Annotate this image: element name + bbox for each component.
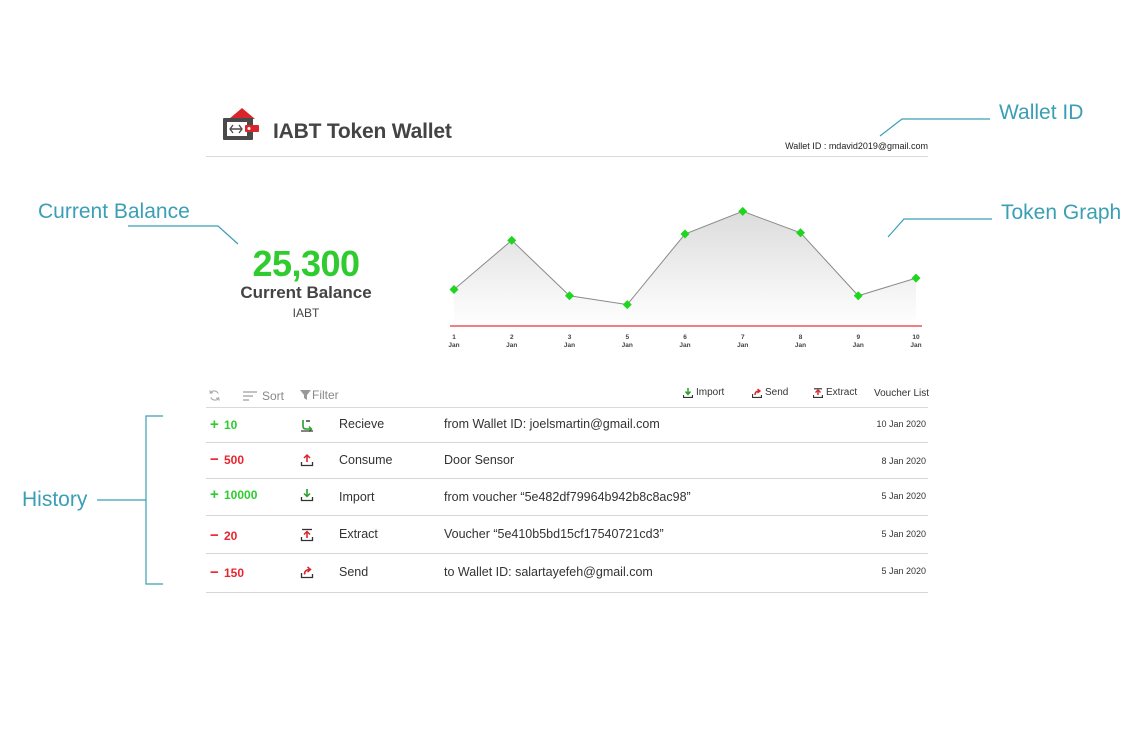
chart-tick-label: 7 [741, 334, 745, 341]
history-description: from Wallet ID: joelsmartin@gmail.com [444, 417, 660, 431]
annotation-lines [97, 118, 992, 585]
filter-label: Filter [312, 388, 339, 402]
import-button[interactable]: Import [683, 387, 724, 398]
chart-area-fill [454, 211, 916, 326]
wallet-id-text: Wallet ID : mdavid2019@gmail.com [785, 141, 928, 151]
history-type: Extract [339, 527, 378, 541]
annotation-current-balance: Current Balance [38, 200, 190, 223]
filter-icon [300, 390, 311, 400]
import-icon [683, 387, 693, 398]
history-amount: +10000 [210, 486, 257, 503]
history-amount: −150 [210, 564, 244, 581]
history-description: from voucher “5e482df79964b942b8c8ac98” [444, 490, 691, 504]
send-button[interactable]: Send [752, 387, 788, 398]
history-description: to Wallet ID: salartayefeh@gmail.com [444, 565, 653, 579]
chart-tick-label: 2 [510, 334, 514, 341]
annotation-token-graph: Token Graph [1001, 201, 1122, 224]
chart-tick-label: 5 [625, 334, 629, 341]
amount-value: 10 [224, 418, 238, 432]
history-date: 5 Jan 2020 [881, 529, 926, 539]
amount-sign: − [210, 451, 219, 468]
history-date: 5 Jan 2020 [881, 566, 926, 576]
history-amount: −500 [210, 451, 244, 468]
token-graph: 1Jan2Jan3Jan5Jan6Jan7Jan8Jan9Jan10Jan [448, 206, 922, 349]
amount-value: 10000 [224, 488, 258, 502]
chart-tick-label: 8 [799, 334, 803, 341]
sort-icon [243, 391, 257, 401]
filter-button[interactable]: Filter [300, 388, 339, 402]
history-row[interactable]: −20 Extract Voucher “5e410b5bd15cf175407… [206, 516, 928, 554]
chart-tick-label: 3 [568, 334, 572, 341]
voucher-list-label: Voucher List [874, 388, 930, 399]
amount-sign: − [210, 564, 219, 581]
amount-sign: − [210, 527, 219, 544]
history-type: Send [339, 565, 369, 579]
chart-tick-month: Jan [910, 342, 921, 349]
balance-value: 25,300 [252, 243, 360, 284]
import-icon [300, 489, 314, 502]
history-description: Door Sensor [444, 453, 515, 467]
history-row[interactable]: −500 Consume Door Sensor 8 Jan 2020 [206, 443, 928, 479]
sort-label: Sort [262, 389, 285, 403]
annotation-history: History [22, 488, 88, 511]
chart-tick-label: 9 [856, 334, 860, 341]
send-label: Send [765, 387, 789, 398]
refresh-button[interactable] [208, 389, 221, 402]
import-label: Import [696, 387, 725, 398]
chart-tick-month: Jan [448, 342, 459, 349]
chart-tick-month: Jan [795, 342, 806, 349]
sort-button[interactable]: Sort [243, 389, 284, 403]
chart-tick-label: 10 [912, 334, 920, 341]
history-date: 8 Jan 2020 [881, 456, 926, 466]
history-row[interactable]: +10000 Import from voucher “5e482df79964… [206, 479, 928, 516]
send-icon [300, 566, 314, 579]
chart-tick-month: Jan [853, 342, 864, 349]
balance-unit: IABT [292, 306, 320, 320]
history-amount: −20 [210, 527, 237, 544]
history-date: 10 Jan 2020 [876, 419, 926, 429]
consume-icon [300, 453, 314, 467]
receive-icon [301, 420, 313, 432]
extract-label: Extract [826, 387, 858, 398]
balance-label: Current Balance [240, 283, 372, 302]
header-divider [206, 156, 928, 157]
amount-value: 20 [224, 529, 238, 543]
chart-tick-month: Jan [737, 342, 748, 349]
history-description: Voucher “5e410b5bd15cf17540721cd3” [444, 527, 664, 541]
chart-tick-label: 1 [452, 334, 456, 341]
send-icon [752, 387, 762, 398]
chart-tick-label: 6 [683, 334, 687, 341]
extract-icon [300, 528, 314, 542]
chart-tick-month: Jan [506, 342, 517, 349]
refresh-icon [209, 390, 220, 401]
voucher-list-button[interactable]: Voucher List [874, 388, 929, 399]
history-amount: +10 [210, 416, 237, 433]
history-type: Consume [339, 453, 393, 467]
amount-sign: + [210, 416, 219, 433]
amount-value: 500 [224, 453, 245, 467]
amount-sign: + [210, 486, 219, 503]
extract-icon [813, 387, 823, 398]
history-row[interactable]: −150 Send to Wallet ID: salartayefeh@gma… [206, 554, 928, 593]
history-row[interactable]: +10 Recieve from Wallet ID: joelsmartin@… [206, 408, 928, 443]
history-type: Import [339, 490, 375, 504]
chart-tick-month: Jan [564, 342, 575, 349]
chart-tick-month: Jan [679, 342, 690, 349]
wallet-logo-icon [223, 108, 259, 140]
amount-value: 150 [224, 566, 245, 580]
app-title: IABT Token Wallet [273, 120, 452, 143]
extract-button[interactable]: Extract [813, 387, 857, 398]
history-type: Recieve [339, 417, 385, 431]
history-date: 5 Jan 2020 [881, 491, 926, 501]
chart-tick-month: Jan [622, 342, 633, 349]
annotation-wallet-id: Wallet ID [999, 101, 1084, 124]
